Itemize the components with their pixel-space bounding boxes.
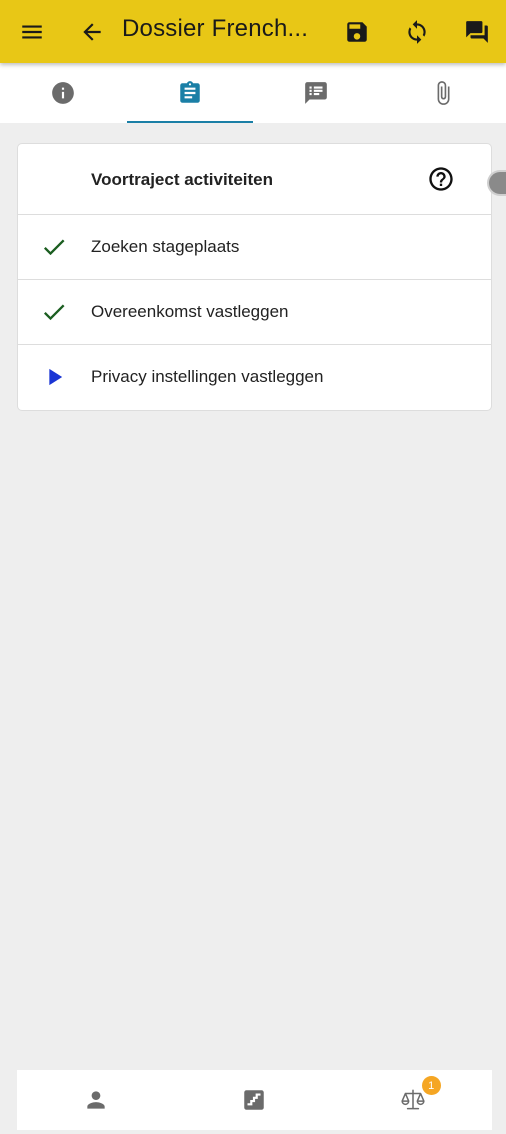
notification-badge: 1 — [421, 1076, 441, 1095]
save-button[interactable] — [333, 8, 381, 56]
arrow-back-icon — [83, 23, 101, 41]
save-icon — [347, 22, 367, 42]
app-bar: Dossier French... — [0, 0, 506, 63]
forum-icon — [466, 21, 488, 43]
nav-steps[interactable] — [175, 1070, 333, 1130]
help-circle-icon — [429, 167, 453, 191]
list-item[interactable]: Zoeken stageplaats — [18, 215, 491, 280]
card-title: Voortraject activiteiten — [91, 170, 274, 189]
back-button[interactable] — [68, 8, 116, 56]
page-title: Dossier French... — [122, 15, 309, 42]
list-item-label: Overeenkomst vastleggen — [91, 302, 289, 321]
nav-profile[interactable] — [17, 1070, 175, 1130]
scroll-handle[interactable] — [487, 170, 506, 196]
tab-bar — [0, 63, 506, 123]
check-icon — [40, 298, 68, 326]
list-item[interactable]: Overeenkomst vastleggen — [18, 280, 491, 345]
play-arrow-icon — [40, 363, 68, 391]
nav-balance[interactable]: 1 — [334, 1070, 492, 1130]
sync-icon — [408, 20, 426, 44]
info-icon — [52, 82, 75, 104]
bottom-nav: 1 — [17, 1070, 492, 1130]
list-item[interactable]: Privacy instellingen vastleggen — [18, 345, 491, 410]
tab-comments[interactable] — [253, 63, 380, 123]
menu-icon — [22, 25, 42, 39]
tab-activities[interactable] — [126, 63, 254, 123]
balance-scale-icon — [401, 1089, 425, 1110]
stairs-icon — [244, 1090, 265, 1110]
person-icon — [87, 1091, 105, 1109]
sync-button[interactable] — [393, 8, 441, 56]
help-button[interactable] — [427, 165, 455, 193]
activities-card: Voortraject activiteiten Zoeken stagepla… — [17, 143, 506, 411]
attachment-icon — [437, 81, 450, 105]
forum-button[interactable] — [453, 8, 501, 56]
comment-list-icon — [305, 82, 328, 104]
check-icon — [40, 233, 68, 261]
tab-attachments[interactable] — [380, 63, 506, 123]
tab-info[interactable] — [0, 63, 127, 123]
assignment-icon — [180, 81, 200, 103]
menu-button[interactable] — [8, 8, 56, 56]
card-header: Voortraject activiteiten — [18, 144, 506, 215]
list-item-label: Privacy instellingen vastleggen — [91, 367, 324, 386]
list-item-label: Zoeken stageplaats — [91, 237, 240, 256]
